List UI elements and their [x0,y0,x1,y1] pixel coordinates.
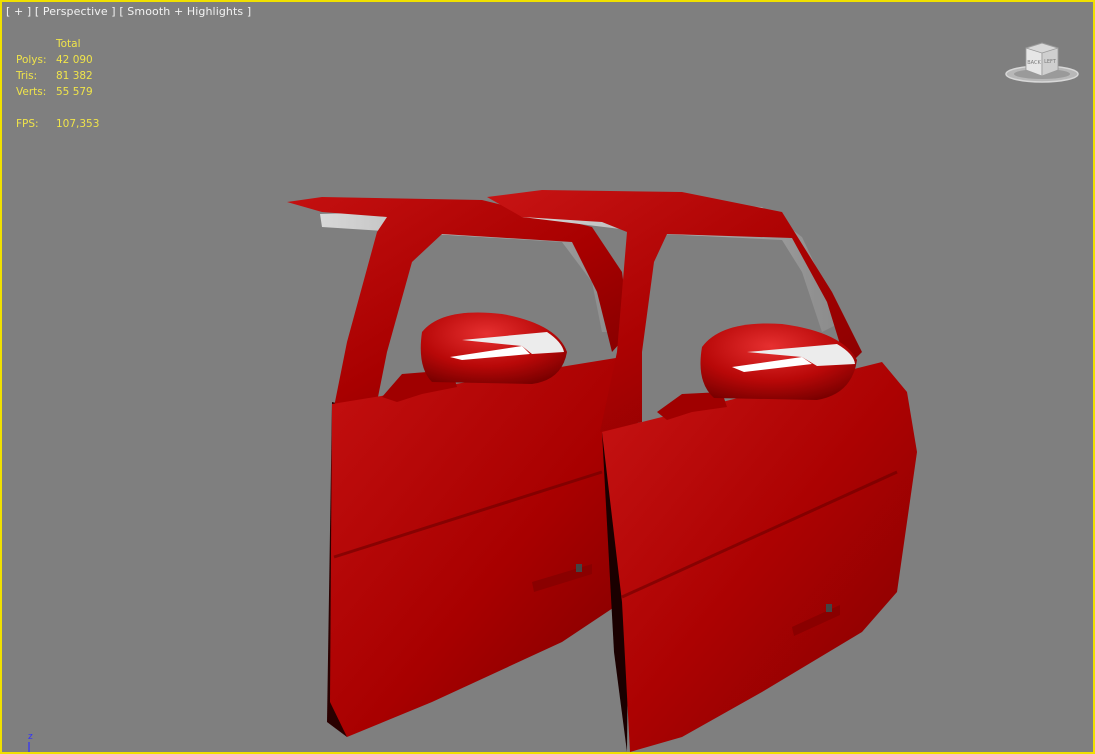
car-door-left[interactable] [287,197,642,737]
viewcube-icon[interactable]: BACK LEFT [1004,40,1080,86]
viewcube-face-left[interactable]: LEFT [1044,59,1057,65]
door-left-lock [576,564,582,572]
viewcube-face-back[interactable]: BACK [1027,60,1041,66]
door-left-panel [330,357,642,737]
viewport-perspective[interactable]: [ + ] [ Perspective ] [ Smooth + Highlig… [0,0,1095,754]
door-right-panel [602,362,917,752]
door-right-lock [826,604,832,612]
scene-render[interactable] [2,2,1093,752]
